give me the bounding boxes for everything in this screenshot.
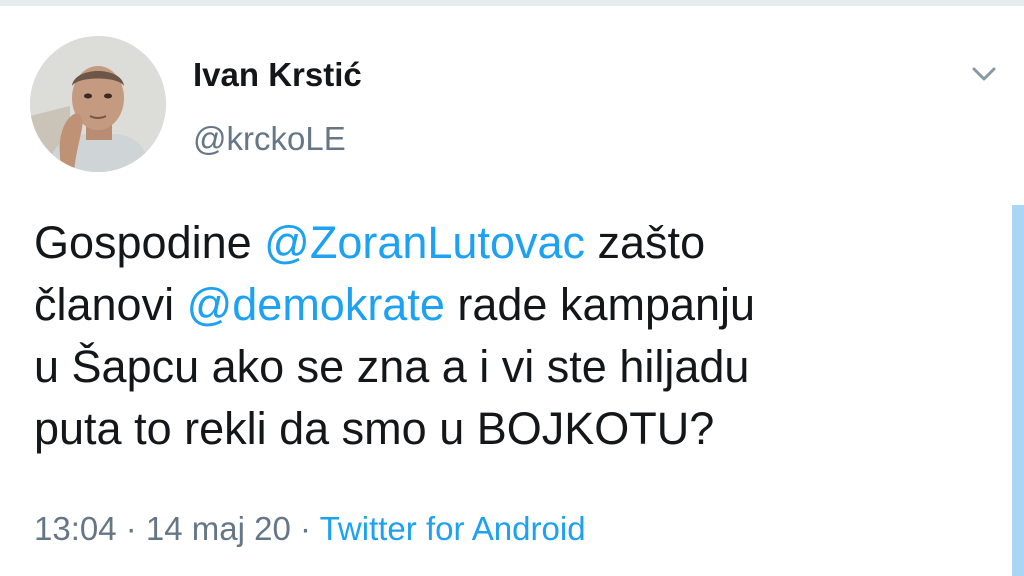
chevron-down-icon[interactable] [968, 62, 1000, 86]
top-divider [0, 0, 1024, 6]
tweet-text-segment: rade kampanju [444, 279, 756, 330]
mention-link[interactable]: @ZoranLutovac [264, 217, 585, 268]
display-name[interactable]: Ivan Krstić [193, 56, 362, 94]
tweet-source-link[interactable]: Twitter for Android [320, 510, 586, 547]
avatar[interactable] [30, 36, 166, 172]
tweet-meta: 13:04 · 14 maj 20 · Twitter for Android [34, 510, 586, 548]
scrollbar[interactable] [1012, 205, 1024, 576]
mention-link[interactable]: @demokrate [187, 279, 445, 330]
tweet-time[interactable]: 13:04 [34, 510, 117, 547]
tweet-date[interactable]: 14 maj 20 [146, 510, 291, 547]
tweet-line: u Šapcu ako se zna a i vi ste hiljadu [34, 341, 750, 392]
tweet-text: Gospodine @ZoranLutovac zašto članovi @d… [34, 212, 994, 460]
tweet-text-segment: članovi [34, 279, 187, 330]
username[interactable]: @krckoLE [193, 120, 346, 158]
tweet-view: Ivan Krstić @krckoLE Gospodine @ZoranLut… [0, 0, 1024, 576]
tweet-line: članovi @demokrate rade kampanju [34, 274, 994, 336]
tweet-text-segment: zašto [585, 217, 706, 268]
meta-separator: · [290, 510, 320, 547]
meta-separator: · [116, 510, 146, 547]
tweet-text-segment: Gospodine [34, 217, 265, 268]
tweet-line: puta to rekli da smo u BOJKOTU? [34, 403, 715, 454]
tweet-line: Gospodine @ZoranLutovac zašto [34, 212, 994, 274]
